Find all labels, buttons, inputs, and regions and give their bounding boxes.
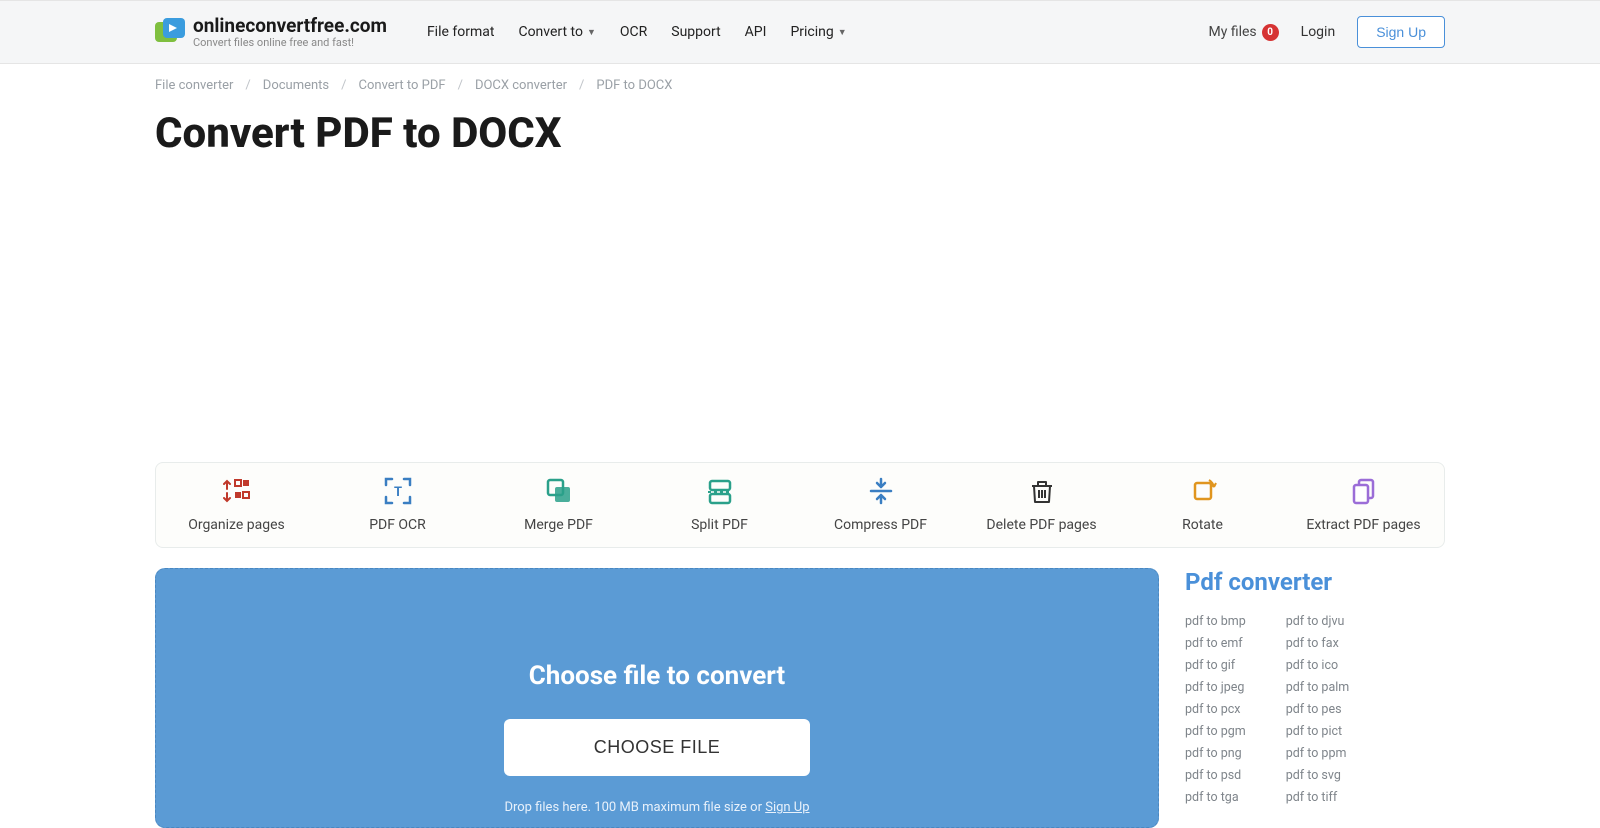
header: onlineconvertfree.com Convert files onli… — [0, 0, 1600, 64]
sidebar-col-1: pdf to bmp pdf to emf pdf to gif pdf to … — [1185, 614, 1246, 805]
header-inner: onlineconvertfree.com Convert files onli… — [155, 1, 1445, 63]
merge-icon — [545, 477, 573, 505]
side-link[interactable]: pdf to fax — [1286, 636, 1350, 651]
dropzone-hint: Drop files here. 100 MB maximum file siz… — [504, 800, 809, 815]
nav-label: File format — [427, 24, 495, 40]
logo-icon — [155, 18, 185, 46]
organize-icon — [223, 477, 251, 505]
side-link[interactable]: pdf to jpeg — [1185, 680, 1246, 695]
side-link[interactable]: pdf to pgm — [1185, 724, 1246, 739]
tool-label: Rotate — [1182, 517, 1223, 533]
side-link[interactable]: pdf to pcx — [1185, 702, 1246, 717]
tool-label: Compress PDF — [834, 517, 927, 533]
nav-api[interactable]: API — [745, 24, 767, 40]
side-link[interactable]: pdf to ppm — [1286, 746, 1350, 761]
compress-icon — [867, 477, 895, 505]
extract-icon — [1350, 477, 1378, 505]
crumb-sep: / — [245, 78, 250, 93]
tool-label: PDF OCR — [369, 517, 426, 533]
nav-convert-to[interactable]: Convert to ▼ — [518, 24, 595, 40]
side-link[interactable]: pdf to ico — [1286, 658, 1350, 673]
chevron-down-icon: ▼ — [838, 27, 847, 38]
chevron-down-icon: ▼ — [587, 27, 596, 38]
tool-merge-pdf[interactable]: Merge PDF — [478, 477, 639, 533]
sidebar-title: Pdf converter — [1185, 568, 1445, 596]
nav-label: Support — [671, 24, 720, 40]
signup-button[interactable]: Sign Up — [1357, 16, 1445, 48]
tool-compress-pdf[interactable]: Compress PDF — [800, 477, 961, 533]
logo-sub: Convert files online free and fast! — [193, 37, 387, 50]
tool-delete-pages[interactable]: Delete PDF pages — [961, 477, 1122, 533]
tool-label: Organize pages — [188, 517, 285, 533]
sidebar-col-2: pdf to djvu pdf to fax pdf to ico pdf to… — [1286, 614, 1350, 805]
nav: File format Convert to▼ OCR Support API … — [427, 24, 847, 40]
split-icon — [706, 477, 734, 505]
dropzone-title: Choose file to convert — [529, 661, 785, 691]
my-files-label: My files — [1209, 24, 1257, 40]
crumb-convert-to-pdf[interactable]: Convert to PDF — [359, 78, 446, 93]
crumb-sep: / — [458, 78, 463, 93]
tool-label: Merge PDF — [524, 517, 593, 533]
hint-text: Drop files here. 100 MB maximum file siz… — [504, 800, 765, 815]
nav-label: Convert to — [518, 24, 583, 40]
dropzone[interactable]: Choose file to convert CHOOSE FILE Drop … — [155, 568, 1159, 828]
side-link[interactable]: pdf to pes — [1286, 702, 1350, 717]
nav-label: Pricing — [790, 24, 833, 40]
crumb-docx-converter[interactable]: DOCX converter — [475, 78, 567, 93]
side-link[interactable]: pdf to djvu — [1286, 614, 1350, 629]
tool-label: Extract PDF pages — [1306, 517, 1420, 533]
crumb-file-converter[interactable]: File converter — [155, 78, 233, 93]
tool-pdf-ocr[interactable]: T PDF OCR — [317, 477, 478, 533]
header-right: My files 0 Login Sign Up — [1209, 16, 1445, 48]
side-link[interactable]: pdf to palm — [1286, 680, 1350, 695]
side-link[interactable]: pdf to tga — [1185, 790, 1246, 805]
breadcrumb: File converter / Documents / Convert to PD… — [155, 64, 1445, 103]
ad-space — [155, 186, 1445, 416]
side-link[interactable]: pdf to png — [1185, 746, 1246, 761]
page-title: Convert PDF to DOCX — [155, 109, 1445, 158]
side-link[interactable]: pdf to svg — [1286, 768, 1350, 783]
login-link[interactable]: Login — [1301, 24, 1336, 40]
my-files-badge: 0 — [1262, 24, 1279, 41]
ocr-icon: T — [384, 477, 412, 505]
nav-label: API — [745, 24, 767, 40]
logo-title: onlineconvertfree.com — [193, 15, 387, 37]
nav-ocr[interactable]: OCR — [620, 24, 647, 40]
tool-label: Split PDF — [691, 517, 748, 533]
side-link[interactable]: pdf to emf — [1185, 636, 1246, 651]
tool-extract-pages[interactable]: Extract PDF pages — [1283, 477, 1444, 533]
lower-section: Choose file to convert CHOOSE FILE Drop … — [155, 568, 1445, 828]
sidebar: Pdf converter pdf to bmp pdf to emf pdf … — [1185, 568, 1445, 805]
nav-pricing[interactable]: Pricing ▼ — [790, 24, 846, 40]
trash-icon — [1028, 477, 1056, 505]
my-files-link[interactable]: My files 0 — [1209, 24, 1279, 41]
nav-file-format[interactable]: File format — [427, 24, 495, 40]
svg-text:T: T — [393, 485, 401, 500]
tool-rotate[interactable]: Rotate — [1122, 477, 1283, 533]
tool-strip: Organize pages T PDF OCR Merge PDF Split… — [155, 462, 1445, 548]
logo[interactable]: onlineconvertfree.com Convert files onli… — [155, 15, 387, 49]
nav-label: OCR — [620, 24, 647, 40]
choose-file-button[interactable]: CHOOSE FILE — [504, 719, 811, 776]
crumb-sep: / — [341, 78, 346, 93]
nav-support[interactable]: Support — [671, 24, 720, 40]
side-link[interactable]: pdf to pict — [1286, 724, 1350, 739]
side-link[interactable]: pdf to bmp — [1185, 614, 1246, 629]
rotate-icon — [1189, 477, 1217, 505]
hint-signup-link[interactable]: Sign Up — [765, 800, 809, 815]
tool-organize-pages[interactable]: Organize pages — [156, 477, 317, 533]
crumb-documents[interactable]: Documents — [263, 78, 329, 93]
side-link[interactable]: pdf to gif — [1185, 658, 1246, 673]
crumb-current: PDF to DOCX — [596, 78, 672, 93]
crumb-sep: / — [579, 78, 584, 93]
tool-label: Delete PDF pages — [986, 517, 1096, 533]
side-link[interactable]: pdf to tiff — [1286, 790, 1350, 805]
side-link[interactable]: pdf to psd — [1185, 768, 1246, 783]
tool-split-pdf[interactable]: Split PDF — [639, 477, 800, 533]
